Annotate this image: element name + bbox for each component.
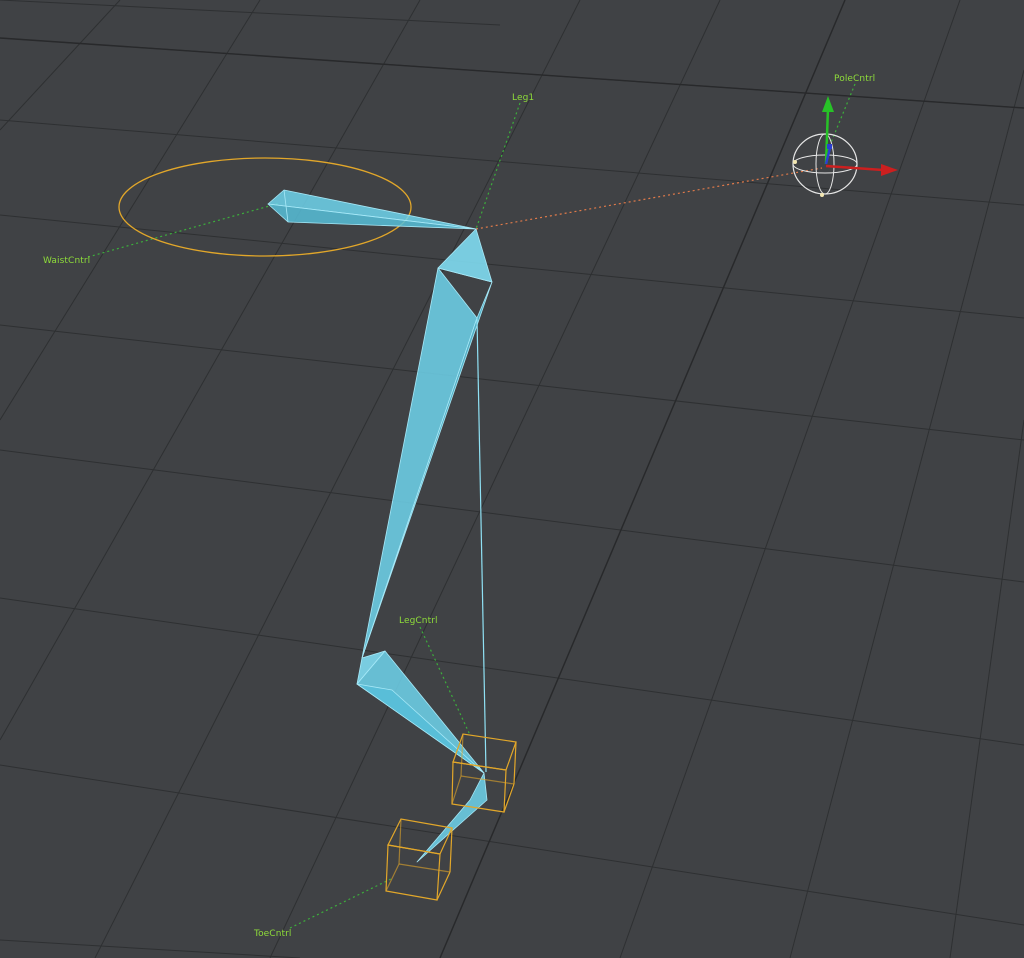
waist-label-leader bbox=[87, 202, 281, 258]
3d-viewport[interactable]: Leg1 PoleCntrl WaistCntrl LegCntrl ToeCn… bbox=[0, 0, 1024, 958]
bone-thigh[interactable] bbox=[361, 267, 478, 659]
label-toe-cntrl[interactable]: ToeCntrl bbox=[253, 929, 292, 939]
gizmo-x-arrow[interactable] bbox=[881, 164, 898, 176]
pole-sphere[interactable] bbox=[792, 133, 858, 195]
ik-chain-line bbox=[476, 317, 487, 773]
gizmo-y-arrow[interactable] bbox=[822, 96, 834, 112]
label-leg-cntrl[interactable]: LegCntrl bbox=[399, 616, 438, 626]
item-labels: Leg1 PoleCntrl WaistCntrl LegCntrl ToeCn… bbox=[43, 74, 875, 939]
bone-chain[interactable] bbox=[267, 189, 493, 863]
pole-label-leader bbox=[827, 83, 856, 151]
label-waist-cntrl[interactable]: WaistCntrl bbox=[43, 256, 90, 266]
label-leg1[interactable]: Leg1 bbox=[512, 93, 534, 103]
toe-label-leader bbox=[289, 877, 394, 929]
gizmo-x-axis[interactable] bbox=[825, 164, 884, 172]
bone-thigh-head[interactable] bbox=[437, 228, 493, 283]
scene-canvas[interactable]: Leg1 PoleCntrl WaistCntrl LegCntrl ToeCn… bbox=[0, 0, 1024, 958]
bone-shin[interactable] bbox=[356, 650, 485, 774]
leg-label-leader bbox=[475, 102, 521, 230]
floor-grid-major bbox=[0, 0, 1024, 958]
floor-grid bbox=[0, 0, 1024, 958]
translate-gizmo-icon[interactable] bbox=[792, 96, 898, 197]
label-pole-cntrl[interactable]: PoleCntrl bbox=[834, 74, 875, 84]
